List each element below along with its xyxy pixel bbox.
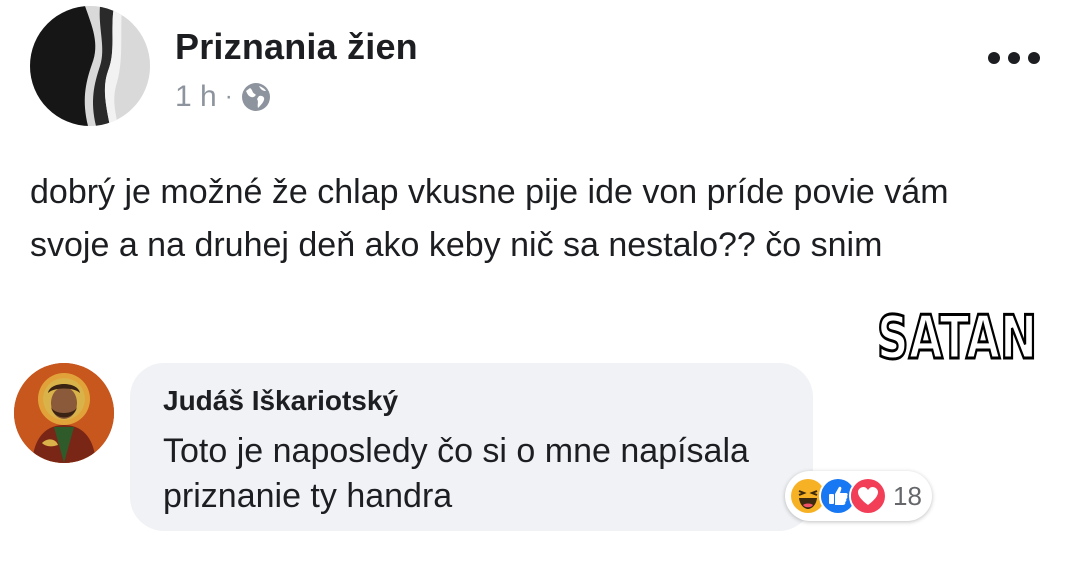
post-text: dobrý je možné že chlap vkusne pije ide …: [30, 173, 949, 264]
page-name[interactable]: Priznania žien: [175, 26, 418, 68]
post-meta: 1 h ·: [175, 80, 271, 114]
reaction-count: 18: [893, 480, 922, 511]
comment-bubble: Judáš Iškariotský Toto je naposledy čo s…: [130, 363, 813, 531]
globe-icon: [241, 82, 271, 112]
more-options-button[interactable]: [988, 48, 1040, 68]
commenter-avatar[interactable]: [14, 363, 114, 463]
meta-separator: ·: [224, 83, 233, 110]
love-icon: [849, 477, 887, 515]
comment-text: Toto je naposledy čo si o mne napísala p…: [163, 432, 749, 515]
more-dots-icon: [988, 52, 1000, 64]
page-avatar[interactable]: [30, 6, 150, 126]
post-time[interactable]: 1 h: [175, 80, 217, 114]
reactions-summary[interactable]: 18: [785, 471, 932, 521]
post-header: Priznania žien 1 h ·: [0, 0, 1080, 140]
comment-author[interactable]: Judáš Iškariotský: [163, 385, 398, 417]
comment: Judáš Iškariotský Toto je naposledy čo s…: [0, 355, 1080, 555]
